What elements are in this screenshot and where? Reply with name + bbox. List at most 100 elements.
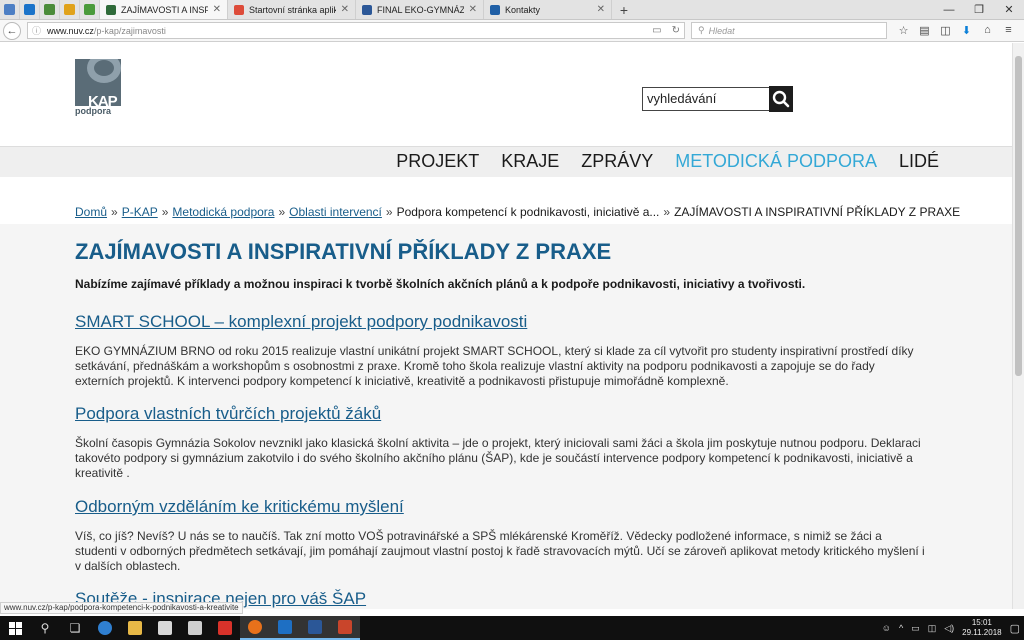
breadcrumb-separator: » (278, 205, 286, 219)
breadcrumb-parent: Podpora kompetencí k podnikavosti, inici… (396, 205, 660, 219)
close-tab-icon[interactable]: ✕ (597, 4, 605, 15)
breadcrumb-separator: » (663, 205, 671, 219)
breadcrumb-separator: » (111, 205, 118, 219)
bookmarks-library-icon[interactable]: ▤ (914, 24, 935, 37)
site-info-icon[interactable]: ⓘ (32, 24, 41, 37)
breadcrumb-link[interactable]: Domů (75, 205, 107, 219)
home-icon[interactable]: ⌂ (977, 24, 998, 37)
article-text: Víš, co jíš? Nevíš? U nás se to naučíš. … (75, 529, 925, 573)
pinned-tab[interactable] (60, 0, 80, 19)
menu-item-kraje[interactable]: KRAJE (501, 151, 559, 172)
taskbar: ⚲ ❏ ☺ ^ ▭ ◫ ◁) 15:01 29.11.2018 ▢ (0, 616, 1024, 640)
page-lead: Nabízíme zajímavé příklady a možnou insp… (75, 277, 806, 291)
search-icon: ⚲ (698, 25, 705, 35)
xmind-icon[interactable] (210, 616, 240, 640)
volume-icon[interactable]: ◁) (944, 623, 954, 634)
article-text: EKO GYMNÁZIUM BRNO od roku 2015 realizuj… (75, 344, 914, 388)
mail-icon[interactable] (180, 616, 210, 640)
article-item: SMART SCHOOL – komplexní projekt podpory… (75, 312, 925, 389)
browser-tab[interactable]: ZAJÍMAVOSTI A INSPIRAT... ✕ (100, 0, 228, 19)
pinned-tab[interactable] (40, 0, 60, 19)
windows-logo-icon (8, 621, 22, 635)
notifications-icon[interactable]: ▢ (1010, 622, 1020, 635)
close-tab-icon[interactable]: ✕ (213, 4, 221, 15)
task-view-icon[interactable]: ❏ (60, 616, 90, 640)
clock[interactable]: 15:01 29.11.2018 (962, 618, 1001, 638)
magnifier-icon (772, 90, 790, 108)
article-title-link[interactable]: Podpora vlastních tvůrčích projektů žáků (75, 404, 925, 424)
tab-title: Startovní stránka aplikace ... (249, 4, 336, 15)
menu-item-lide[interactable]: LIDÉ (899, 151, 939, 172)
network-icon[interactable]: ◫ (928, 623, 937, 634)
breadcrumb-link[interactable]: Metodická podpora (172, 205, 274, 219)
browser-tab[interactable]: FINAL EKO-GYMNÁZIUM ... ✕ (356, 0, 484, 19)
pocket-icon[interactable]: ◫ (935, 24, 956, 37)
search-taskbar-icon[interactable]: ⚲ (30, 616, 60, 640)
pinned-tab[interactable] (20, 0, 40, 19)
tab-favicon-icon (106, 4, 116, 15)
navigation-toolbar: ← ⓘ www.nuv.cz /p-kap/zajimavosti ▭ ↻ ⚲ … (0, 20, 1024, 42)
bookmark-star-icon[interactable]: ☆ (893, 24, 914, 37)
browser-search-box[interactable]: ⚲ Hledat (691, 22, 887, 39)
menu-icon[interactable]: ≡ (998, 24, 1019, 37)
scrollbar-thumb[interactable] (1015, 56, 1022, 376)
page-viewport: KAP podpora vyhledávání PROJEKT KRAJE ZP… (0, 43, 1012, 609)
article-item: Odborným vzděláním ke kritickému myšlení… (75, 497, 925, 574)
page-title: ZAJÍMAVOSTI A INSPIRATIVNÍ PŘÍKLADY Z PR… (75, 239, 612, 264)
powerpoint-icon[interactable] (330, 616, 360, 640)
article-title-link[interactable]: SMART SCHOOL – komplexní projekt podpory… (75, 312, 925, 332)
tab-favicon-icon (490, 4, 500, 15)
breadcrumb-link[interactable]: Oblasti intervencí (289, 205, 382, 219)
firefox-icon[interactable] (240, 616, 270, 640)
outlook-icon[interactable] (270, 616, 300, 640)
site-search-input[interactable]: vyhledávání (642, 87, 770, 111)
browser-tab[interactable]: Kontakty ✕ (484, 0, 612, 19)
menu-item-metodicka-podpora[interactable]: METODICKÁ PODPORA (675, 151, 877, 172)
article-item: Podpora vlastních tvůrčích projektů žáků… (75, 404, 925, 481)
menu-item-projekt[interactable]: PROJEKT (396, 151, 479, 172)
downloads-icon[interactable]: ⬇ (956, 24, 977, 37)
reload-icon[interactable]: ↻ (672, 25, 680, 36)
breadcrumb: Domů» P-KAP» Metodická podpora» Oblasti int… (75, 205, 960, 219)
battery-icon[interactable]: ▭ (911, 623, 920, 634)
pinned-tab[interactable] (80, 0, 100, 19)
close-window-icon[interactable]: ✕ (994, 0, 1024, 19)
tab-title: FINAL EKO-GYMNÁZIUM ... (377, 4, 464, 15)
article-title-link[interactable]: Odborným vzděláním ke kritickému myšlení (75, 497, 925, 517)
restore-icon[interactable]: ❐ (964, 0, 994, 19)
pinned-tab-icon (24, 4, 35, 15)
new-tab-button[interactable]: + (612, 0, 636, 19)
show-hidden-icons-icon[interactable]: ^ (899, 623, 903, 633)
people-icon[interactable]: ☺ (882, 623, 891, 633)
edge-icon[interactable] (90, 616, 120, 640)
pinned-tab-icon (44, 4, 55, 15)
clock-time: 15:01 (971, 618, 992, 627)
start-button[interactable] (0, 616, 30, 640)
menu-item-zpravy[interactable]: ZPRÁVY (581, 151, 653, 172)
tab-favicon-icon (234, 4, 244, 15)
breadcrumb-separator: » (161, 205, 169, 219)
clock-date: 29.11.2018 (962, 628, 1002, 637)
main-menu: PROJEKT KRAJE ZPRÁVY METODICKÁ PODPORA L… (396, 151, 939, 172)
breadcrumb-link[interactable]: P-KAP (122, 205, 158, 219)
main-menu-bar: PROJEKT KRAJE ZPRÁVY METODICKÁ PODPORA L… (0, 146, 1012, 177)
browser-tab[interactable]: Startovní stránka aplikace ... ✕ (228, 0, 356, 19)
system-tray: ☺ ^ ▭ ◫ ◁) 15:01 29.11.2018 ▢ (882, 618, 1024, 638)
tab-bar: ZAJÍMAVOSTI A INSPIRAT... ✕ Startovní st… (0, 0, 1024, 20)
browser-tools: ☆ ▤ ◫ ⬇ ⌂ ≡ (893, 24, 1019, 37)
minimize-icon[interactable]: — (934, 0, 964, 19)
file-explorer-icon[interactable] (120, 616, 150, 640)
address-bar[interactable]: ⓘ www.nuv.cz /p-kap/zajimavosti ▭ ↻ (27, 22, 685, 39)
pinned-tab[interactable] (0, 0, 20, 19)
tab-favicon-icon (362, 4, 372, 15)
close-tab-icon[interactable]: ✕ (341, 4, 349, 15)
close-tab-icon[interactable]: ✕ (469, 4, 477, 15)
status-url: www.nuv.cz/p-kap/podpora-kompetenci-k-po… (0, 602, 243, 614)
site-search-button[interactable] (769, 86, 793, 112)
store-icon[interactable] (150, 616, 180, 640)
kap-logo[interactable]: KAP podpora (75, 59, 121, 117)
back-button[interactable]: ← (3, 21, 21, 40)
word-icon[interactable] (300, 616, 330, 640)
reader-view-icon[interactable]: ▭ (652, 25, 661, 36)
page-scrollbar[interactable] (1012, 43, 1024, 609)
